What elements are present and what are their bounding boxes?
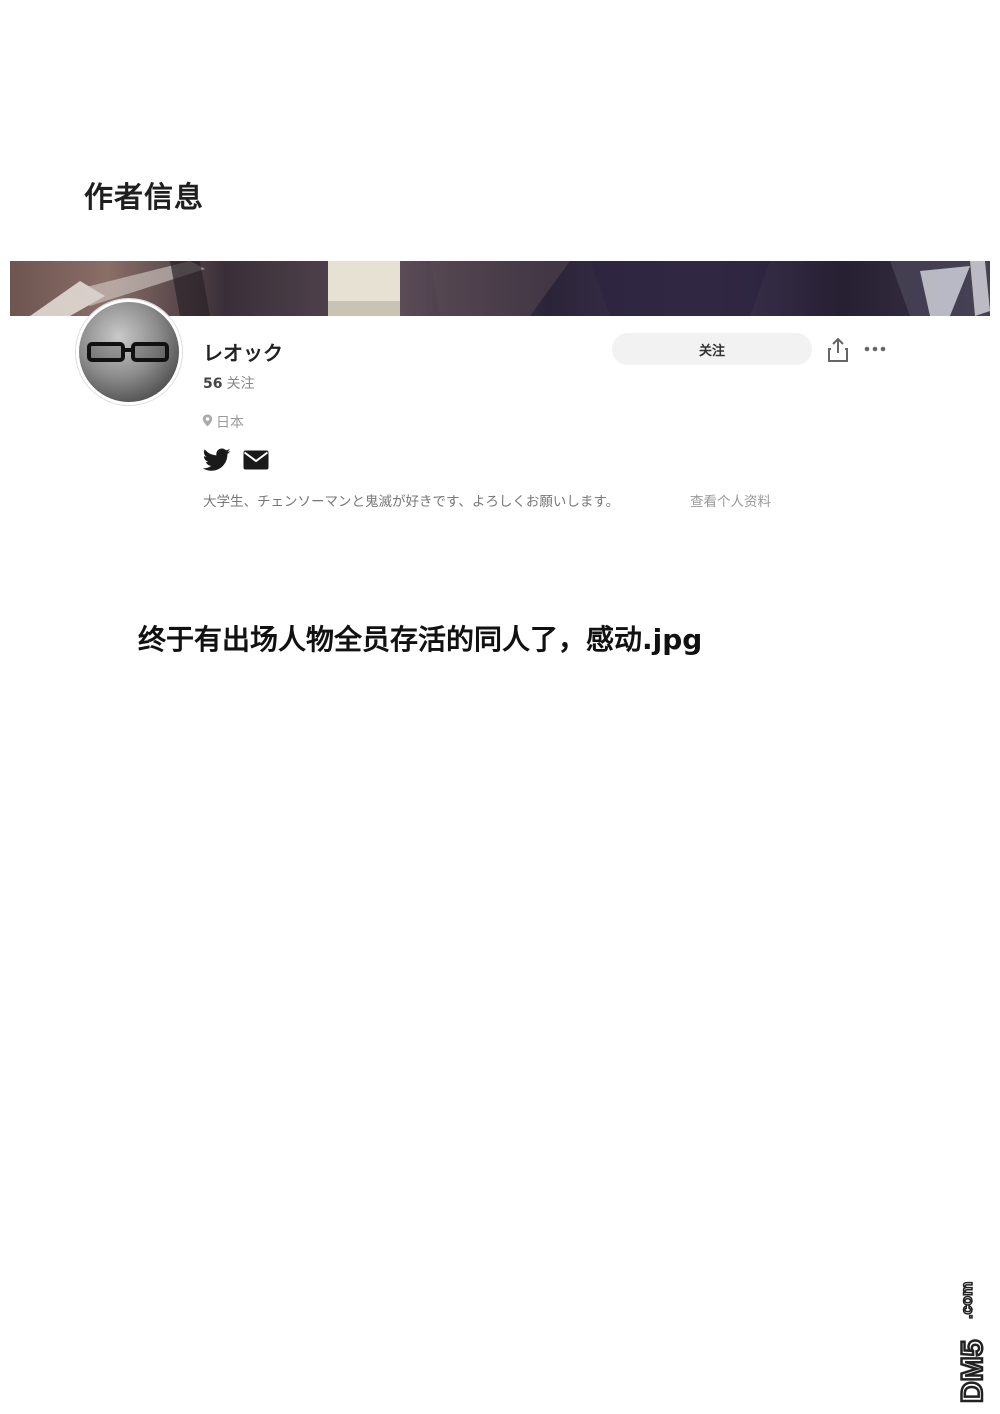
following-label: 关注 [226,376,255,392]
following-count: 56 [203,376,223,392]
author-profile-card: レオック 56 关注 日本 大学生、チェンソーマンと鬼滅が好きです、よろしくお願い… [10,261,990,561]
caption-text: 终于有出场人物全员存活的同人了，感动.jpg [138,623,703,656]
twitter-icon[interactable] [203,448,231,472]
view-profile-link[interactable]: 查看个人资料 [690,490,771,510]
social-links [203,448,269,472]
following-stats[interactable]: 56 关注 [203,373,254,393]
section-title: 作者信息 [84,180,205,214]
bio: 大学生、チェンソーマンと鬼滅が好きです、よろしくお願いします。 [203,494,620,510]
svg-text:DM5: DM5 [956,1340,989,1403]
more-options-icon[interactable] [862,337,888,361]
share-icon[interactable] [826,337,850,363]
location-text: 日本 [216,415,244,431]
location: 日本 [202,412,244,432]
avatar[interactable] [76,299,182,405]
mail-icon[interactable] [243,450,269,470]
watermark-logo: DM5 .com [950,1255,991,1405]
user-name[interactable]: レオック [203,337,283,366]
svg-text:.com: .com [959,1282,976,1319]
follow-button[interactable]: 关注 [612,333,812,365]
location-pin-icon [202,414,213,431]
